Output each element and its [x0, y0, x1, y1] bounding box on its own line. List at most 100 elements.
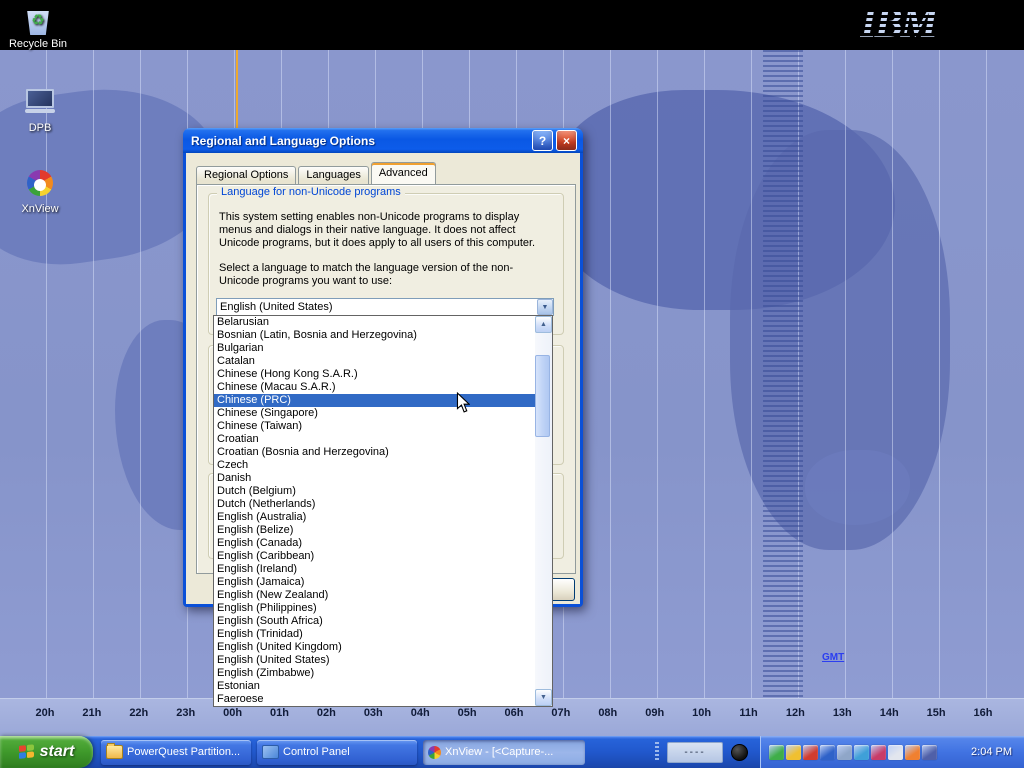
desktop-icon-recycle-bin[interactable]: Recycle Bin [6, 5, 70, 50]
language-list-item[interactable]: English (United Kingdom) [214, 641, 535, 654]
scrollbar-track[interactable] [535, 333, 552, 689]
desktop-icon-xnview[interactable]: XnView [8, 168, 72, 215]
windows-flag-icon [19, 744, 35, 760]
task-button-area: PowerQuest Partition... Control Panel XnVi… [101, 740, 585, 765]
tab-advanced[interactable]: Advanced [371, 162, 436, 184]
language-list-item[interactable]: English (Ireland) [214, 563, 535, 576]
language-list-item[interactable]: English (Caribbean) [214, 550, 535, 563]
dialog-title: Regional and Language Options [189, 134, 529, 148]
dialog-titlebar[interactable]: Regional and Language Options ? × [183, 128, 583, 153]
gmt-label: GMT [822, 652, 844, 663]
taskbar-button-powerquest-partition[interactable]: PowerQuest Partition... [101, 740, 251, 765]
toolbar-drag-handle[interactable] [655, 742, 659, 762]
language-list-item[interactable]: English (Philippines) [214, 602, 535, 615]
chevron-down-icon: ▼ [542, 304, 549, 311]
taskbar-clock: 2:04 PM [971, 746, 1012, 758]
hour-label: 15h [921, 707, 951, 719]
language-list-item[interactable]: Catalan [214, 355, 535, 368]
hour-label: 11h [734, 707, 764, 719]
start-label: start [40, 743, 75, 761]
language-list-item[interactable]: English (Zimbabwe) [214, 667, 535, 680]
dateline-hatch-band [763, 50, 803, 698]
tray-icon-4[interactable] [820, 745, 835, 760]
hour-label: 14h [874, 707, 904, 719]
language-list-item[interactable]: Chinese (PRC) [214, 394, 535, 407]
icon-label: Recycle Bin [6, 38, 70, 50]
language-list-item[interactable]: English (New Zealand) [214, 589, 535, 602]
hour-label: 20h [30, 707, 60, 719]
language-list: BelarusianBosnian (Latin, Bosnia and Her… [214, 316, 535, 706]
language-list-item[interactable]: English (South Africa) [214, 615, 535, 628]
language-list-item[interactable]: Estonian [214, 680, 535, 693]
language-dropdown-list[interactable]: BelarusianBosnian (Latin, Bosnia and Her… [213, 315, 553, 707]
ibm-logo: IBM [860, 0, 936, 48]
taskbar-button-xnview-capture[interactable]: XnView - [<Capture-... [423, 740, 585, 765]
hour-label: 04h [405, 707, 435, 719]
hour-label: 00h [218, 707, 248, 719]
language-list-item[interactable]: Croatian (Bosnia and Herzegovina) [214, 446, 535, 459]
time-marker-line [236, 50, 238, 130]
taskbar-button-label: Control Panel [283, 746, 350, 758]
taskbar-button-label: PowerQuest Partition... [127, 746, 240, 758]
system-tray: 2:04 PM [760, 736, 1024, 768]
toolbar-dark-icon[interactable] [731, 744, 748, 761]
language-list-item[interactable]: English (United States) [214, 654, 535, 667]
language-list-item[interactable]: Dutch (Belgium) [214, 485, 535, 498]
tray-icon-8[interactable] [888, 745, 903, 760]
tray-icon-10[interactable] [922, 745, 937, 760]
collapsed-toolbar[interactable]: ---- [667, 742, 723, 763]
help-button[interactable]: ? [532, 130, 553, 151]
taskbar-button-control-panel[interactable]: Control Panel [257, 740, 417, 765]
language-list-item[interactable]: Bulgarian [214, 342, 535, 355]
scrollbar-thumb[interactable] [535, 355, 550, 437]
language-list-item[interactable]: Bosnian (Latin, Bosnia and Herzegovina) [214, 329, 535, 342]
hour-label: 16h [968, 707, 998, 719]
language-list-item[interactable]: Chinese (Singapore) [214, 407, 535, 420]
folder-icon [106, 745, 123, 759]
language-list-item[interactable]: Faeroese [214, 693, 535, 706]
hour-label: 10h [687, 707, 717, 719]
desktop-icon-dpb[interactable]: DPB [8, 86, 72, 134]
language-list-item[interactable]: English (Canada) [214, 537, 535, 550]
language-list-item[interactable]: English (Belize) [214, 524, 535, 537]
language-combobox[interactable]: English (United States) ▼ [216, 298, 554, 316]
tray-icon-1[interactable] [769, 745, 784, 760]
hour-label: 21h [77, 707, 107, 719]
language-list-item[interactable]: Chinese (Macau S.A.R.) [214, 381, 535, 394]
tray-icon-area [769, 745, 939, 760]
tray-icon-5[interactable] [837, 745, 852, 760]
tab-regional-options[interactable]: Regional Options [196, 166, 296, 184]
language-list-item[interactable]: Danish [214, 472, 535, 485]
language-non-unicode-group: Language for non-Unicode programs This s… [208, 193, 564, 335]
hour-label: 02h [311, 707, 341, 719]
mouse-cursor [456, 392, 470, 418]
close-button[interactable]: × [556, 130, 577, 151]
dropdown-scrollbar[interactable]: ▲ ▼ [535, 316, 552, 706]
language-list-item[interactable]: Dutch (Netherlands) [214, 498, 535, 511]
taskbar: start PowerQuest Partition... Control Pan… [0, 736, 1024, 768]
language-list-item[interactable]: English (Trinidad) [214, 628, 535, 641]
language-list-item[interactable]: Chinese (Hong Kong S.A.R.) [214, 368, 535, 381]
language-list-item[interactable]: Chinese (Taiwan) [214, 420, 535, 433]
desktop: GMT IBM 20h21h22h23h00h01h02h03h04h05h06… [0, 0, 1024, 768]
language-list-item[interactable]: Croatian [214, 433, 535, 446]
tray-icon-3[interactable] [803, 745, 818, 760]
hour-label: 22h [124, 707, 154, 719]
language-list-item[interactable]: Belarusian [214, 316, 535, 329]
language-list-item[interactable]: English (Jamaica) [214, 576, 535, 589]
hour-label: 06h [499, 707, 529, 719]
scroll-up-icon: ▲ [540, 321, 547, 328]
scroll-down-button[interactable]: ▼ [535, 689, 552, 706]
scroll-up-button[interactable]: ▲ [535, 316, 552, 333]
combobox-dropdown-button[interactable]: ▼ [537, 299, 553, 315]
tab-languages[interactable]: Languages [298, 166, 368, 184]
start-button[interactable]: start [0, 736, 93, 768]
language-list-item[interactable]: Czech [214, 459, 535, 472]
language-list-item[interactable]: English (Australia) [214, 511, 535, 524]
hour-label: 23h [171, 707, 201, 719]
tray-icon-7[interactable] [871, 745, 886, 760]
group-description: This system setting enables non-Unicode … [219, 211, 553, 250]
tray-icon-9[interactable] [905, 745, 920, 760]
tray-icon-6[interactable] [854, 745, 869, 760]
tray-icon-2[interactable] [786, 745, 801, 760]
